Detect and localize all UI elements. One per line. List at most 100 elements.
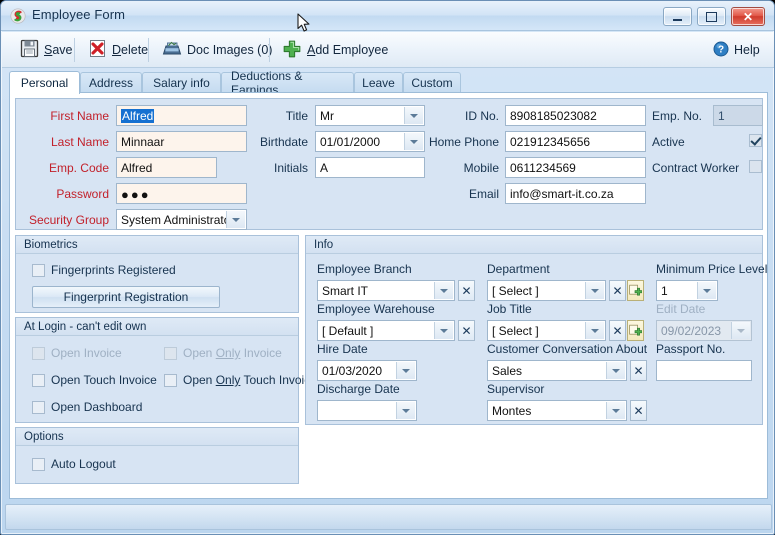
discharge-date-label: Discharge Date xyxy=(317,382,400,396)
supervisor-select[interactable]: Montes xyxy=(487,400,627,421)
chevron-down-icon[interactable] xyxy=(226,211,245,228)
department-value: [ Select ] xyxy=(492,284,539,298)
info-title: Info xyxy=(306,236,762,254)
job-title-clear-button[interactable]: ✕ xyxy=(609,320,626,341)
help-button[interactable]: ? Help xyxy=(707,36,766,64)
tab-salary-info[interactable]: Salary info xyxy=(142,72,221,93)
personal-details-panel: First Name Alfred Last Name Minnaar Emp.… xyxy=(15,98,763,230)
biometrics-title: Biometrics xyxy=(16,236,298,254)
department-add-button[interactable] xyxy=(627,280,644,301)
discharge-date-picker[interactable] xyxy=(317,400,417,421)
supervisor-clear-button[interactable]: ✕ xyxy=(630,400,647,421)
open-only-invoice-checkbox xyxy=(164,347,177,360)
customer-conversation-clear-button[interactable]: ✕ xyxy=(630,360,647,381)
active-label: Active xyxy=(652,135,685,149)
delete-button[interactable]: Delete xyxy=(82,36,154,64)
close-icon: ✕ xyxy=(633,363,644,378)
employee-branch-clear-button[interactable]: ✕ xyxy=(458,280,475,301)
emp-code-input[interactable]: Alfred xyxy=(116,157,217,178)
tab-address[interactable]: Address xyxy=(80,72,142,93)
first-name-input[interactable]: Alfred xyxy=(116,105,247,126)
chevron-down-icon[interactable] xyxy=(606,362,625,379)
active-checkbox[interactable] xyxy=(749,134,762,147)
delete-icon xyxy=(88,39,107,61)
job-title-select[interactable]: [ Select ] xyxy=(487,320,606,341)
help-icon: ? xyxy=(713,41,729,60)
title-select[interactable]: Mr xyxy=(315,105,425,126)
calendar-dropdown-icon[interactable] xyxy=(396,362,415,379)
job-title-label: Job Title xyxy=(487,302,532,316)
customer-conversation-select[interactable]: Sales xyxy=(487,360,627,381)
department-clear-button[interactable]: ✕ xyxy=(609,280,626,301)
mobile-input[interactable]: 0611234569 xyxy=(505,157,646,178)
chevron-down-icon[interactable] xyxy=(697,282,716,299)
birthdate-label: Birthdate xyxy=(259,135,308,149)
fingerprints-registered-label: Fingerprints Registered xyxy=(51,263,176,277)
tab-custom[interactable]: Custom xyxy=(403,72,461,93)
chevron-down-icon[interactable] xyxy=(585,282,604,299)
security-group-label: Security Group xyxy=(28,213,109,227)
id-no-input[interactable]: 8908185023082 xyxy=(505,105,646,126)
hire-date-value: 01/03/2020 xyxy=(322,364,383,378)
app-logo-icon xyxy=(10,8,26,24)
home-phone-input[interactable]: 021912345656 xyxy=(505,131,646,152)
email-input[interactable]: info@smart-it.co.za xyxy=(505,183,646,204)
contract-worker-label: Contract Worker xyxy=(652,161,740,175)
employee-branch-label: Employee Branch xyxy=(317,262,412,276)
birthdate-picker[interactable]: 01/01/2000 xyxy=(315,131,425,152)
fingerprint-registration-button[interactable]: Fingerprint Registration xyxy=(32,286,220,308)
close-icon: ✕ xyxy=(461,283,472,298)
employee-warehouse-clear-button[interactable]: ✕ xyxy=(458,320,475,341)
toolbar-separator xyxy=(269,38,270,62)
chevron-down-icon[interactable] xyxy=(606,402,625,419)
hire-date-picker[interactable]: 01/03/2020 xyxy=(317,360,417,381)
mouse-cursor xyxy=(297,13,311,38)
job-title-add-button[interactable] xyxy=(627,320,644,341)
doc-images-label: Doc Images (0) xyxy=(187,43,273,57)
edit-date-value: 09/02/2023 xyxy=(656,320,752,341)
last-name-input[interactable]: Minnaar xyxy=(116,131,247,152)
chevron-down-icon[interactable] xyxy=(434,322,453,339)
tab-page-personal: First Name Alfred Last Name Minnaar Emp.… xyxy=(9,92,768,499)
open-invoice-checkbox xyxy=(32,347,45,360)
supervisor-label: Supervisor xyxy=(487,382,545,396)
chevron-down-icon[interactable] xyxy=(434,282,453,299)
save-label: Save xyxy=(44,43,73,57)
password-input[interactable]: ●●● xyxy=(116,183,247,204)
tab-deductions-earnings[interactable]: Deductions & Earnings xyxy=(221,69,354,97)
employee-branch-select[interactable]: Smart IT xyxy=(317,280,455,301)
tab-leave[interactable]: Leave xyxy=(354,72,403,93)
employee-warehouse-select[interactable]: [ Default ] xyxy=(317,320,455,341)
save-button[interactable]: Save xyxy=(14,36,79,64)
birthdate-value: 01/01/2000 xyxy=(320,135,381,149)
add-employee-button[interactable]: Add Employee xyxy=(276,36,394,64)
employee-warehouse-value: [ Default ] xyxy=(322,324,374,338)
passport-no-input[interactable] xyxy=(656,360,752,381)
chevron-down-icon[interactable] xyxy=(585,322,604,339)
tab-personal[interactable]: Personal xyxy=(9,71,80,94)
help-label: Help xyxy=(734,43,760,57)
minimum-price-level-value: 1 xyxy=(661,284,668,298)
tab-label: Personal xyxy=(20,76,69,90)
initials-input[interactable]: A xyxy=(315,157,425,178)
fingerprints-registered-checkbox[interactable] xyxy=(32,264,45,277)
minimize-button[interactable] xyxy=(663,7,692,26)
calendar-dropdown-icon[interactable] xyxy=(396,402,415,419)
plus-icon xyxy=(282,39,302,62)
contract-worker-checkbox[interactable] xyxy=(749,160,762,173)
department-select[interactable]: [ Select ] xyxy=(487,280,606,301)
doc-images-button[interactable]: Doc Images (0) xyxy=(156,36,278,64)
open-dashboard-checkbox[interactable] xyxy=(32,401,45,414)
close-button[interactable]: ✕ xyxy=(731,7,765,26)
open-only-touch-invoice-checkbox[interactable] xyxy=(164,374,177,387)
email-label: Email xyxy=(468,187,499,201)
customer-conversation-value: Sales xyxy=(492,364,523,378)
maximize-button[interactable] xyxy=(697,7,726,26)
open-touch-invoice-checkbox[interactable] xyxy=(32,374,45,387)
minimum-price-level-select[interactable]: 1 xyxy=(656,280,718,301)
auto-logout-checkbox[interactable] xyxy=(32,458,45,471)
supervisor-value: Montes xyxy=(492,404,532,418)
security-group-select[interactable]: System Administrator xyxy=(116,209,247,230)
delete-label: Delete xyxy=(112,43,149,57)
save-icon xyxy=(20,39,39,61)
